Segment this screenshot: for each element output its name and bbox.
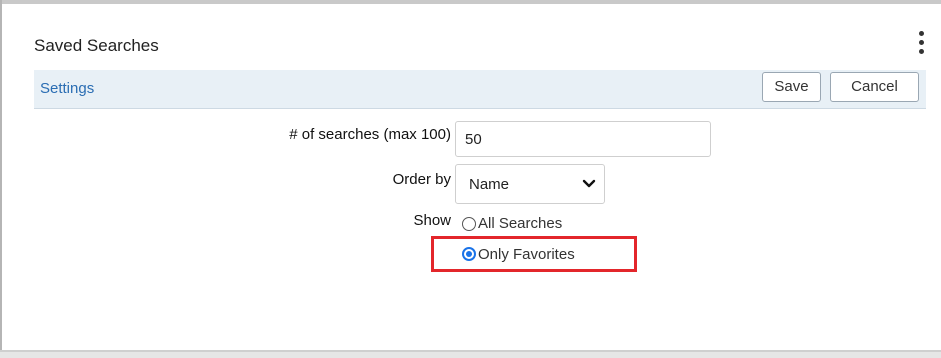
order-by-label: Order by	[392, 171, 451, 188]
settings-label: Settings	[40, 80, 95, 97]
more-vertical-icon[interactable]	[917, 30, 925, 58]
searches-count-input[interactable]	[455, 121, 711, 157]
all-searches-label: All Searches	[478, 215, 563, 231]
window-top-border	[0, 0, 941, 4]
window-bottom-edge	[0, 352, 941, 358]
settings-bar: Settings Save Cancel	[34, 70, 926, 109]
radio-only-favorites[interactable]	[462, 247, 476, 261]
only-favorites-label[interactable]: Only Favorites	[478, 246, 575, 263]
all-searches-option[interactable]: All Searches	[478, 214, 598, 231]
radio-all-searches[interactable]	[462, 217, 476, 231]
searches-count-label: # of searches (max 100)	[289, 126, 451, 143]
chevron-down-icon	[582, 179, 596, 188]
save-button[interactable]: Save	[762, 72, 821, 102]
order-by-select[interactable]: Name	[455, 164, 605, 204]
window-left-border	[0, 0, 2, 358]
cancel-button[interactable]: Cancel	[830, 72, 919, 102]
panel-title: Saved Searches	[34, 36, 159, 55]
order-by-value: Name	[469, 176, 510, 193]
show-label: Show	[413, 212, 451, 229]
